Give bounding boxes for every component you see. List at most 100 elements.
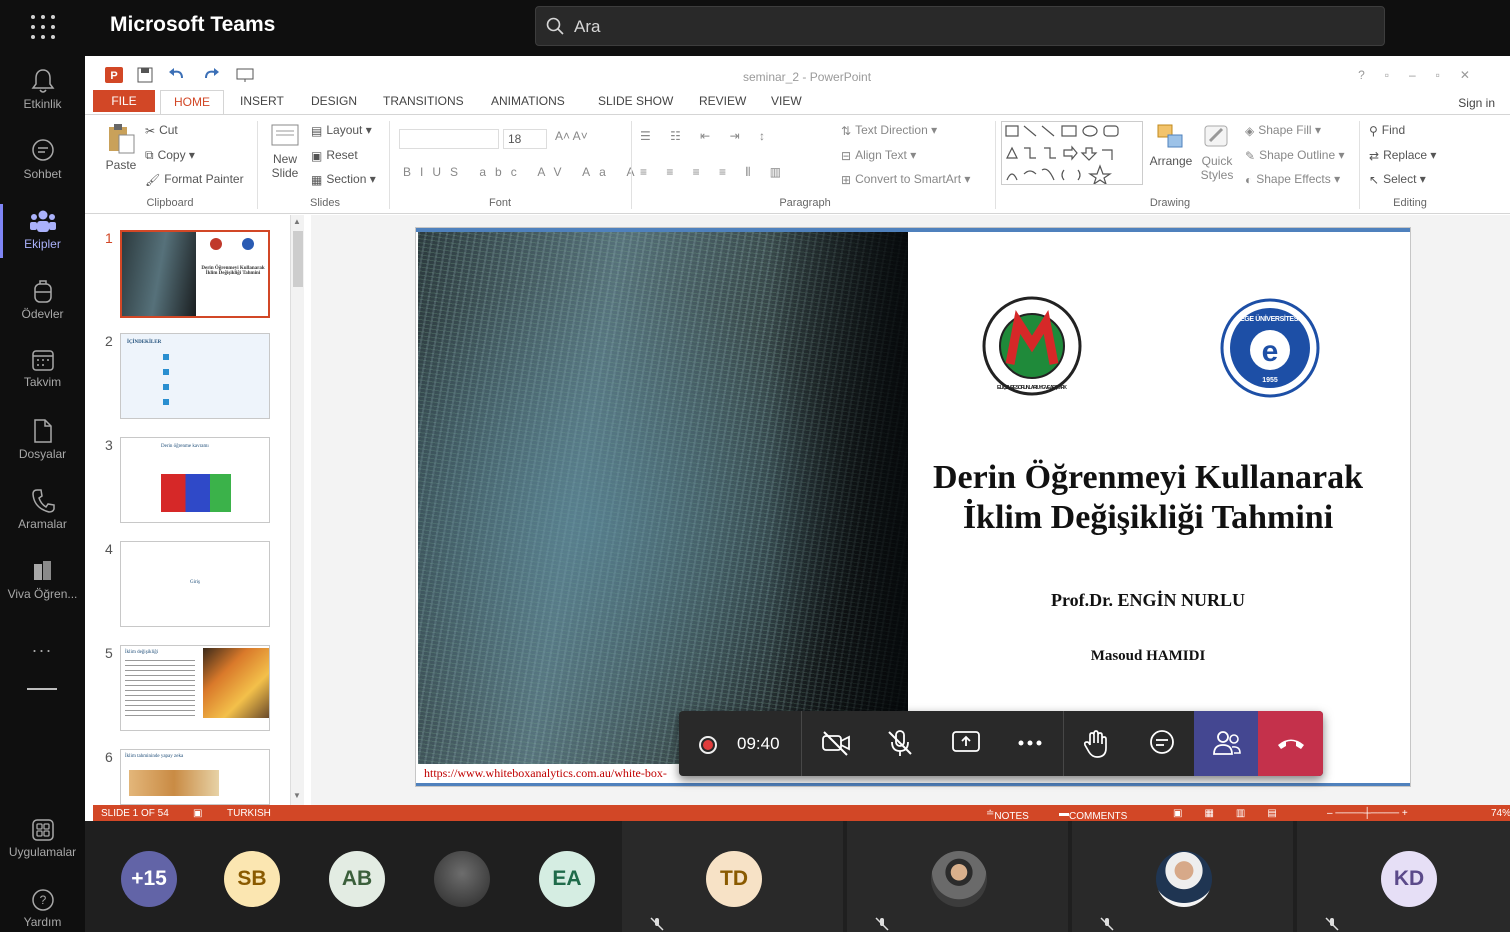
rail-item-teams[interactable]: Ekipler xyxy=(0,196,85,266)
styles-label: Styles xyxy=(1200,168,1234,182)
tab-home[interactable]: HOME xyxy=(160,90,224,114)
participant-tile[interactable]: TD xyxy=(620,821,843,932)
rail-item-activity[interactable]: Etkinlik xyxy=(0,56,85,126)
tab-file[interactable]: FILE xyxy=(93,90,155,112)
undo-icon[interactable] xyxy=(168,67,186,82)
align-buttons[interactable]: ≡ ≡ ≡ ≡ ⫴ ▥ xyxy=(640,165,789,180)
more-actions-button[interactable] xyxy=(998,711,1063,776)
mic-toggle-button[interactable] xyxy=(868,711,933,776)
spellcheck-icon[interactable]: ▣ xyxy=(193,808,202,819)
app-title: Microsoft Teams xyxy=(110,13,276,36)
replace-button[interactable]: ⇄ Replace ▾ xyxy=(1369,148,1436,163)
svg-text:?: ? xyxy=(39,893,46,907)
new-slide-button[interactable]: New Slide xyxy=(265,123,305,180)
search-box[interactable]: Ara xyxy=(535,6,1385,46)
font-grow-shrink[interactable]: A˄ A˅ xyxy=(555,129,588,143)
rail-item-calls[interactable]: Aramalar xyxy=(0,476,85,546)
shape-outline-button[interactable]: ✎ Shape Outline ▾ xyxy=(1245,148,1344,163)
participant-avatar-photo[interactable] xyxy=(434,851,490,907)
layout-button[interactable]: ▤ Layout ▾ xyxy=(311,123,372,138)
redo-icon[interactable] xyxy=(202,67,220,82)
comments-button[interactable]: ▬ COMMENTS xyxy=(1059,808,1127,821)
chat-button[interactable] xyxy=(1129,711,1194,776)
rail-item-apps[interactable]: Uygulamalar xyxy=(0,806,85,876)
tab-view[interactable]: VIEW xyxy=(771,94,802,108)
rail-item-assignments[interactable]: Ödevler xyxy=(0,266,85,336)
quick-styles-button[interactable]: Quick Styles xyxy=(1197,123,1237,182)
slide-thumbnail-3[interactable]: Derin öğrenme kavramı xyxy=(120,437,270,523)
thumb-body-text xyxy=(125,660,195,720)
rail-item-files[interactable]: Dosyalar xyxy=(0,406,85,476)
reset-button[interactable]: ▣ Reset xyxy=(311,148,358,163)
rail-item-chat[interactable]: Sohbet xyxy=(0,126,85,196)
shapes-gallery[interactable] xyxy=(1001,121,1143,186)
meeting-timer: 09:40 xyxy=(737,734,780,753)
participant-tile[interactable]: KD xyxy=(1295,821,1510,932)
format-painter-icon: 🖌 xyxy=(145,172,161,187)
font-format-buttons[interactable]: BIUS abc AV Aa A xyxy=(403,165,644,179)
overflow-participants-badge[interactable]: +15 xyxy=(121,851,177,907)
slide-author[interactable]: Prof.Dr. ENGİN NURLU xyxy=(910,590,1386,611)
participants-button[interactable] xyxy=(1194,711,1259,776)
format-painter-button[interactable]: 🖌 Format Painter xyxy=(145,172,244,187)
select-button[interactable]: ↖ Select ▾ xyxy=(1369,172,1426,187)
list-buttons[interactable]: ☰ ☷ ⇤ ⇥ ↕ xyxy=(640,129,773,143)
zoom-slider[interactable]: – ────┼──── + xyxy=(1327,808,1408,819)
tab-slide-show[interactable]: SLIDE SHOW xyxy=(598,94,673,108)
zoom-level[interactable]: 74% xyxy=(1491,808,1510,819)
find-button[interactable]: ⚲ Find xyxy=(1369,123,1405,138)
participant-avatar[interactable]: SB xyxy=(224,851,280,907)
save-icon[interactable] xyxy=(137,67,153,83)
slide-thumbnail-1[interactable]: Derin Öğrenmeyi Kullanarak İklim Değişik… xyxy=(120,230,270,318)
thumbnails-scrollbar[interactable]: ▲ ▼ xyxy=(290,215,304,805)
participant-tile[interactable] xyxy=(1070,821,1293,932)
raise-hand-button[interactable] xyxy=(1064,711,1129,776)
tab-design[interactable]: DESIGN xyxy=(311,94,357,108)
arrange-button[interactable]: Arrange xyxy=(1147,123,1195,168)
language-indicator[interactable]: TURKISH xyxy=(227,808,271,819)
rail-item-viva-learning[interactable]: Viva Öğren... xyxy=(0,546,85,616)
font-name-box[interactable] xyxy=(399,129,499,149)
slide-title[interactable]: Derin Öğrenmeyi Kullanarak İklim Değişik… xyxy=(910,458,1386,538)
slide-thumbnail-2[interactable]: İÇİNDEKİLER xyxy=(120,333,270,419)
app-launcher-icon[interactable] xyxy=(30,14,56,40)
tab-insert[interactable]: INSERT xyxy=(240,94,284,108)
shape-fill-button[interactable]: ◈ Shape Fill ▾ xyxy=(1245,123,1321,138)
group-label-slides: Slides xyxy=(310,197,340,209)
copy-button[interactable]: ⧉ Copy ▾ xyxy=(145,148,195,163)
leave-call-button[interactable] xyxy=(1258,711,1323,776)
participant-avatar[interactable]: AB xyxy=(329,851,385,907)
scroll-down-arrow[interactable]: ▼ xyxy=(293,791,301,800)
paste-button[interactable]: Paste xyxy=(103,123,139,172)
camera-toggle-button[interactable] xyxy=(803,711,868,776)
shape-effects-button[interactable]: ◐ Shape Effects ▾ xyxy=(1245,172,1340,187)
scroll-up-arrow[interactable]: ▲ xyxy=(293,217,301,226)
notes-button[interactable]: ≐ NOTES xyxy=(986,808,1029,821)
text-direction-icon: ⇅ xyxy=(841,123,852,138)
tab-transitions[interactable]: TRANSITIONS xyxy=(383,94,464,108)
notes-label: NOTES xyxy=(994,811,1029,821)
rail-item-calendar[interactable]: Takvim xyxy=(0,336,85,406)
section-button[interactable]: ▦ Section ▾ xyxy=(311,172,376,187)
current-slide[interactable]: https://www.whiteboxanalytics.com.au/whi… xyxy=(415,227,1411,787)
text-direction-button[interactable]: ⇅ Text Direction ▾ xyxy=(841,123,937,138)
participant-avatar[interactable]: EA xyxy=(539,851,595,907)
align-text-button[interactable]: ⊟ Align Text ▾ xyxy=(841,148,916,163)
sign-in-link[interactable]: Sign in xyxy=(1458,96,1495,110)
smartart-button[interactable]: ⊞ Convert to SmartArt ▾ xyxy=(841,172,970,187)
slide-thumbnail-4[interactable]: Giriş xyxy=(120,541,270,627)
tab-review[interactable]: REVIEW xyxy=(699,94,746,108)
slide-thumbnail-5[interactable]: İklim değişikliği xyxy=(120,645,270,731)
scrollbar-thumb[interactable] xyxy=(293,231,303,287)
view-buttons[interactable]: ▣▦▥▤ xyxy=(1173,808,1299,819)
slide-thumbnail-6[interactable]: İklim tahmininde yapay zeka xyxy=(120,749,270,805)
rail-more-apps[interactable]: ... xyxy=(0,636,85,657)
rail-item-help[interactable]: ? Yardım xyxy=(0,876,85,932)
slide-student-name[interactable]: Masoud HAMIDI xyxy=(910,648,1386,665)
participant-tile[interactable] xyxy=(845,821,1068,932)
tab-animations[interactable]: ANIMATIONS xyxy=(491,94,565,108)
cut-button[interactable]: ✂ Cut xyxy=(145,123,178,138)
start-from-beginning-icon[interactable] xyxy=(236,68,254,82)
share-screen-button[interactable] xyxy=(933,711,998,776)
font-size-box[interactable]: 18 xyxy=(503,129,547,149)
